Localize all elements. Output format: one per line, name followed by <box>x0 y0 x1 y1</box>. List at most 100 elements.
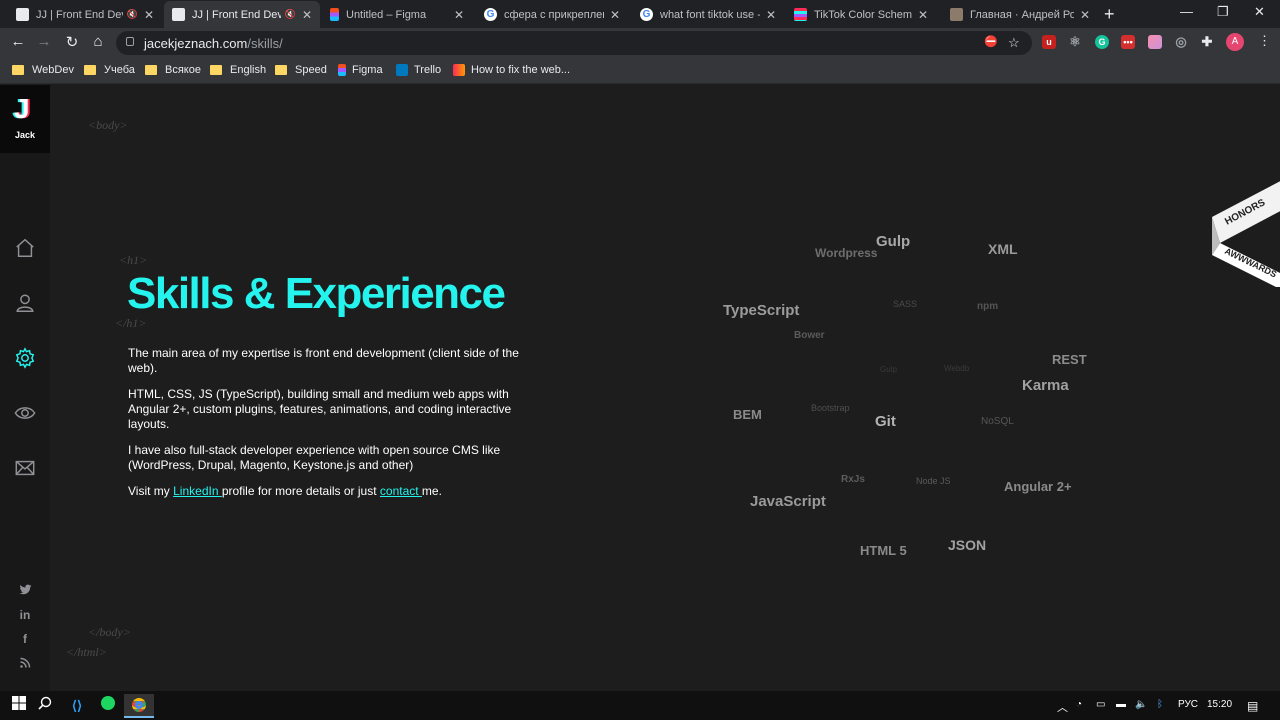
browser-tab[interactable]: Главная · Андрей Ром ✕ <box>942 1 1098 28</box>
skill-word[interactable]: REST <box>1052 352 1087 367</box>
show-hidden-icons-chevron-icon[interactable]: ︿ <box>1057 699 1068 715</box>
skill-word[interactable]: BEM <box>733 407 762 422</box>
browser-tab[interactable]: JJ | Front End Deve 🔇 ✕ <box>8 1 162 28</box>
skill-word[interactable]: Bootstrap <box>811 403 850 413</box>
awwwards-honors-badge[interactable]: HONORS AWWWARDS <box>1212 177 1280 289</box>
skill-word[interactable]: Karma <box>1022 377 1069 394</box>
back-arrow-icon[interactable]: ← <box>8 33 28 50</box>
mail-icon[interactable] <box>14 457 36 479</box>
skill-word[interactable]: Angular 2+ <box>1004 479 1072 494</box>
facebook-icon[interactable]: f <box>18 632 32 646</box>
contact-link[interactable]: contact <box>380 484 422 498</box>
bookmark-folder[interactable]: WebDev <box>12 64 74 76</box>
bookmark-figma[interactable]: Figma <box>338 64 383 76</box>
twitter-icon[interactable] <box>18 583 32 599</box>
close-tab-icon[interactable]: ✕ <box>610 8 620 22</box>
browser-tab[interactable]: Untitled – Figma ✕ <box>322 1 472 28</box>
skill-word[interactable]: TypeScript <box>723 302 799 319</box>
bluetooth-icon[interactable]: ᛒ <box>1157 699 1163 710</box>
gear-icon[interactable] <box>14 347 36 369</box>
eye-icon[interactable] <box>14 402 36 424</box>
react-devtools-icon[interactable]: ⚛ <box>1068 35 1082 49</box>
blocked-popup-icon[interactable]: ⛔ <box>984 35 998 48</box>
address-bar[interactable]: jacekjeznach.com/skills/ ⛔ ☆ <box>116 31 1032 55</box>
chrome-taskbar-icon[interactable] <box>124 694 154 718</box>
bookmark-trello[interactable]: Trello <box>396 64 441 76</box>
browser-tab[interactable]: G сфера с прикрепленн ✕ <box>476 1 628 28</box>
target-extension-icon[interactable]: ◎ <box>1174 35 1188 49</box>
tab-title: what font tiktok use - G <box>660 8 760 21</box>
close-tab-icon[interactable]: ✕ <box>918 8 928 22</box>
gradient-extension-icon[interactable] <box>1148 35 1162 49</box>
bookmark-link[interactable]: How to fix the web... <box>453 64 570 76</box>
home-icon[interactable] <box>14 237 36 259</box>
restore-window-icon[interactable]: ❐ <box>1217 4 1229 20</box>
extension-red-icon[interactable]: ••• <box>1121 35 1135 49</box>
display-icon[interactable]: ▭ <box>1096 699 1105 710</box>
windows-start-icon[interactable] <box>9 696 29 716</box>
muted-speaker-icon[interactable]: 🔇 <box>127 9 138 20</box>
forward-arrow-icon[interactable]: → <box>34 33 54 50</box>
bookmark-folder[interactable]: Speed <box>275 64 327 76</box>
skill-word[interactable]: JavaScript <box>750 493 826 510</box>
close-window-icon[interactable]: ✕ <box>1254 4 1265 20</box>
home-icon[interactable]: ⌂ <box>88 33 108 50</box>
bookmark-folder[interactable]: English <box>210 64 266 76</box>
linkedin-icon[interactable]: in <box>18 608 32 622</box>
skill-word[interactable]: HTML 5 <box>860 543 907 558</box>
skill-word[interactable]: RxJs <box>841 474 865 485</box>
user-icon[interactable] <box>14 292 36 314</box>
browser-tab[interactable]: TikTok Color Scheme » ✕ <box>786 1 936 28</box>
figma-icon <box>338 64 346 76</box>
muted-speaker-icon[interactable]: 🔇 <box>285 9 296 20</box>
input-language[interactable]: РУС <box>1178 699 1198 710</box>
search-icon[interactable] <box>35 696 55 716</box>
ublock-extension-icon[interactable]: u <box>1042 35 1056 49</box>
network-status-icon[interactable]: ◔ <box>1076 699 1082 710</box>
linkedin-link[interactable]: LinkedIn <box>173 484 222 498</box>
bookmark-folder[interactable]: Всякое <box>145 64 201 76</box>
url-text[interactable]: jacekjeznach.com/skills/ <box>144 36 283 51</box>
skill-word[interactable]: NoSQL <box>981 416 1014 427</box>
new-tab-plus-icon[interactable]: + <box>1104 4 1115 25</box>
extensions-puzzle-icon[interactable]: ✚ <box>1200 35 1214 49</box>
rss-icon[interactable] <box>18 657 32 672</box>
skill-word[interactable]: Git <box>875 413 896 430</box>
notifications-icon[interactable]: ▤ <box>1247 699 1258 713</box>
reload-icon[interactable]: ↻ <box>62 33 82 51</box>
url-host: jacekjeznach.com <box>144 36 248 51</box>
paragraph-text: profile for more details or just <box>221 484 380 498</box>
close-tab-icon[interactable]: ✕ <box>1080 8 1090 22</box>
system-clock[interactable]: 15:20 <box>1207 699 1232 710</box>
close-tab-icon[interactable]: ✕ <box>766 8 776 22</box>
url-path: /skills/ <box>247 36 283 51</box>
skill-word[interactable]: Gulp <box>876 233 910 250</box>
close-tab-icon[interactable]: ✕ <box>302 8 312 22</box>
grammarly-icon[interactable]: G <box>1095 35 1109 49</box>
skills-paragraph: HTML, CSS, JS (TypeScript), building sma… <box>128 387 512 431</box>
browser-menu-icon[interactable]: ⋮ <box>1258 33 1271 49</box>
skill-word[interactable]: XML <box>988 241 1018 257</box>
skill-word[interactable]: Webdb <box>944 364 969 373</box>
browser-tab-active[interactable]: JJ | Front End Deve 🔇 ✕ <box>164 1 320 28</box>
close-tab-icon[interactable]: ✕ <box>454 8 464 22</box>
skill-word[interactable]: Wordpress <box>815 246 877 260</box>
close-tab-icon[interactable]: ✕ <box>144 8 154 22</box>
bookmark-folder[interactable]: Учеба <box>84 64 135 76</box>
browser-tab-strip: JJ | Front End Deve 🔇 ✕ JJ | Front End D… <box>0 0 1280 28</box>
skill-word[interactable]: Bower <box>794 330 825 341</box>
skill-word[interactable]: JSON <box>948 537 986 553</box>
volume-icon[interactable]: 🔈 <box>1135 699 1147 710</box>
skill-word[interactable]: SASS <box>893 299 917 309</box>
profile-avatar[interactable]: A <box>1226 33 1244 51</box>
minimize-window-icon[interactable]: — <box>1180 4 1193 19</box>
spotify-icon[interactable] <box>98 696 118 716</box>
skill-word[interactable]: Gulp <box>880 365 897 374</box>
skill-word[interactable]: npm <box>977 301 998 312</box>
vscode-icon[interactable]: ⟨⟩ <box>67 696 87 716</box>
browser-tab[interactable]: G what font tiktok use - G ✕ <box>632 1 784 28</box>
bookmark-star-icon[interactable]: ☆ <box>1008 35 1020 51</box>
skill-word[interactable]: Node JS <box>916 476 951 486</box>
battery-icon[interactable]: ▬ <box>1116 699 1126 710</box>
site-logo[interactable]: J Jack <box>0 85 50 153</box>
